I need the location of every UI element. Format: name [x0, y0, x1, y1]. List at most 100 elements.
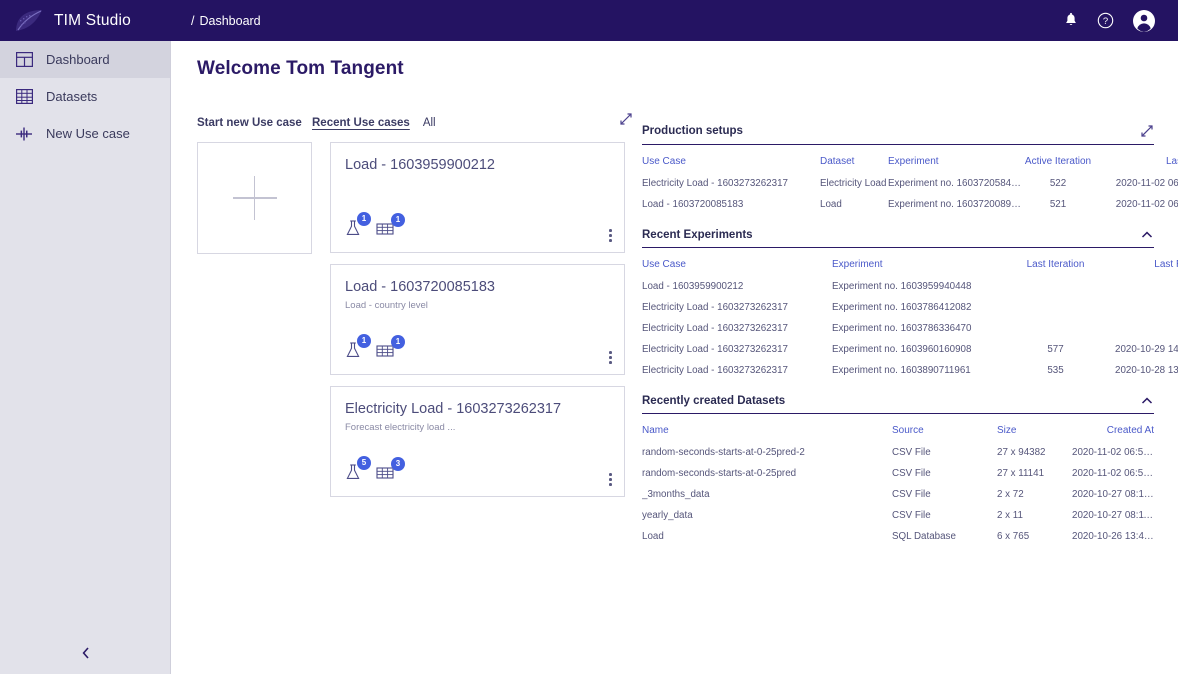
- use-cases-header: Start new Use case Recent Use cases All: [197, 112, 637, 132]
- datasets-count-badge[interactable]: 1: [376, 335, 405, 364]
- table-row[interactable]: Electricity Load - 1603273262317 Electri…: [642, 173, 1178, 194]
- cell-use-case: Load - 1603720085183: [642, 199, 744, 210]
- cell-last-run: 2020-11-02 06:37:03: [1115, 199, 1178, 210]
- cell-size: 2 x 11: [997, 510, 1023, 521]
- table-row[interactable]: Load SQL Database 6 x 765 2020-10-26 13:…: [642, 526, 1154, 547]
- tab-recent-use-cases[interactable]: Recent Use cases: [312, 117, 410, 129]
- production-setups-table: Use Case Dataset Experiment Active Itera…: [642, 145, 1178, 215]
- cell-created-at: 2020-10-26 13:47:54: [1072, 531, 1154, 542]
- use-case-description: Load - country level: [345, 300, 428, 311]
- top-bar-actions: ?: [1063, 9, 1178, 33]
- table-row[interactable]: Load - 1603959900212 Experiment no. 1603…: [642, 276, 1178, 297]
- breadcrumb-current[interactable]: Dashboard: [199, 14, 260, 28]
- badge-count: 3: [391, 457, 405, 471]
- sidebar-item-new-use-case[interactable]: New Use case: [0, 115, 170, 152]
- table-row[interactable]: Electricity Load - 1603273262317 Experim…: [642, 339, 1178, 360]
- new-use-case-card[interactable]: [197, 142, 312, 254]
- user-avatar-icon[interactable]: [1132, 9, 1156, 33]
- cell-dataset: Electricity Load: [820, 178, 887, 189]
- cell-name: _3months_data: [642, 489, 710, 500]
- use-case-description: Forecast electricity load ...: [345, 422, 456, 433]
- table-row[interactable]: Electricity Load - 1603273262317 Experim…: [642, 360, 1178, 381]
- column-header[interactable]: Last Run: [1093, 145, 1178, 173]
- expand-production-setups-button[interactable]: [1140, 124, 1154, 138]
- expand-use-cases-button[interactable]: [619, 112, 633, 131]
- column-header[interactable]: Experiment: [888, 145, 1023, 173]
- use-case-tabs: Recent Use cases All: [312, 117, 436, 129]
- column-header[interactable]: Name: [642, 414, 892, 442]
- recent-datasets-table: Name Source Size Created At random-secon…: [642, 414, 1154, 547]
- notifications-icon[interactable]: [1063, 12, 1079, 29]
- cell-use-case: Electricity Load - 1603273262317: [642, 323, 788, 334]
- cell-last-run: 2020-11-02 06:42:22: [1115, 178, 1178, 189]
- cell-experiment: Experiment no. 1603786336470: [832, 323, 972, 334]
- table-row[interactable]: Load - 1603720085183 Load Experiment no.…: [642, 194, 1178, 215]
- column-header[interactable]: Experiment: [832, 248, 1017, 276]
- cell-source: CSV File: [892, 489, 931, 500]
- column-header[interactable]: Source: [892, 414, 997, 442]
- panel-header: Production setups: [642, 124, 1154, 145]
- panel-title: Recent Experiments: [642, 229, 753, 241]
- tab-all-use-cases[interactable]: All: [423, 117, 436, 129]
- recent-experiments-panel: Recent Experiments Use Case Experiment L…: [642, 229, 1178, 381]
- column-header[interactable]: Use Case: [642, 145, 820, 173]
- cell-last-run-at: 2020-10-29 14:16:06: [1115, 344, 1178, 355]
- collapse-recent-datasets-button[interactable]: [1140, 396, 1154, 406]
- cell-last-iteration: 577: [1047, 344, 1064, 355]
- table-row[interactable]: Electricity Load - 1603273262317 Experim…: [642, 318, 1178, 339]
- help-icon[interactable]: ?: [1097, 12, 1114, 29]
- breadcrumb: / Dashboard: [191, 14, 261, 28]
- column-header[interactable]: Last Run At: [1094, 248, 1178, 276]
- cell-last-run-at: 2020-10-28 13:54:45: [1115, 365, 1178, 376]
- leaf-logo-icon: [16, 9, 42, 31]
- cell-active-iteration: 522: [1049, 178, 1067, 189]
- cell-experiment: Experiment no. 1603890711961: [832, 365, 971, 376]
- sidebar-item-dashboard[interactable]: Dashboard: [0, 41, 170, 78]
- column-header[interactable]: Size: [997, 414, 1072, 442]
- table-row[interactable]: random-seconds-starts-at-0-25pred CSV Fi…: [642, 463, 1154, 484]
- use-case-menu-button[interactable]: [609, 351, 612, 364]
- cell-last-iteration: [1017, 297, 1094, 318]
- experiments-count-badge[interactable]: 1: [345, 334, 371, 364]
- use-case-title: Electricity Load - 1603273262317: [345, 401, 562, 417]
- table-row[interactable]: Electricity Load - 1603273262317 Experim…: [642, 297, 1178, 318]
- sidebar-item-datasets[interactable]: Datasets: [0, 78, 170, 115]
- experiments-count-badge[interactable]: 1: [345, 212, 371, 242]
- sidebar: Dashboard Datasets New Use case: [0, 41, 171, 674]
- column-header[interactable]: Use Case: [642, 248, 832, 276]
- experiments-count-badge[interactable]: 5: [345, 456, 371, 486]
- datasets-count-badge[interactable]: 3: [376, 457, 405, 486]
- cell-name: Load: [642, 531, 664, 542]
- cell-experiment: Experiment no. 1603960160908: [832, 344, 972, 355]
- use-case-card[interactable]: Load - 1603720085183 Load - country leve…: [330, 264, 625, 375]
- table-row[interactable]: _3months_data CSV File 2 x 72 2020-10-27…: [642, 484, 1154, 505]
- cell-name: random-seconds-starts-at-0-25pred: [642, 468, 797, 479]
- panel-title: Recently created Datasets: [642, 395, 786, 407]
- cell-last-run-at: [1094, 297, 1178, 318]
- use-case-description: [345, 178, 610, 190]
- cell-last-run-at: [1094, 276, 1178, 297]
- use-case-card[interactable]: Electricity Load - 1603273262317 Forecas…: [330, 386, 625, 497]
- table-row[interactable]: yearly_data CSV File 2 x 11 2020-10-27 0…: [642, 505, 1154, 526]
- use-cases-section: Start new Use case Recent Use cases All: [197, 112, 637, 497]
- collapse-recent-experiments-button[interactable]: [1140, 230, 1154, 240]
- start-new-use-case-label: Start new Use case: [197, 117, 302, 129]
- use-case-card[interactable]: Load - 1603959900212 1 1: [330, 142, 625, 253]
- cell-last-iteration: 535: [1047, 365, 1064, 376]
- column-header[interactable]: Dataset: [820, 145, 888, 173]
- sidebar-collapse-button[interactable]: [0, 638, 171, 668]
- production-setups-panel: Production setups Use Case Dataset Exper…: [642, 124, 1178, 215]
- table-row[interactable]: random-seconds-starts-at-0-25pred-2 CSV …: [642, 442, 1154, 463]
- column-header[interactable]: Last Iteration: [1017, 248, 1094, 276]
- column-header[interactable]: Created At: [1072, 414, 1154, 442]
- cell-active-iteration: 521: [1049, 199, 1067, 210]
- expand-diagonal-icon: [1141, 125, 1153, 137]
- use-case-menu-button[interactable]: [609, 229, 612, 242]
- chevron-up-icon: [1141, 231, 1153, 238]
- brand-logo[interactable]: TIM Studio: [0, 0, 171, 41]
- datasets-count-badge[interactable]: 1: [376, 213, 405, 242]
- brand-name: TIM Studio: [54, 11, 131, 29]
- column-header[interactable]: Active Iteration: [1023, 145, 1093, 173]
- use-case-menu-button[interactable]: [609, 473, 612, 486]
- recent-datasets-panel: Recently created Datasets Name Source Si…: [642, 395, 1154, 547]
